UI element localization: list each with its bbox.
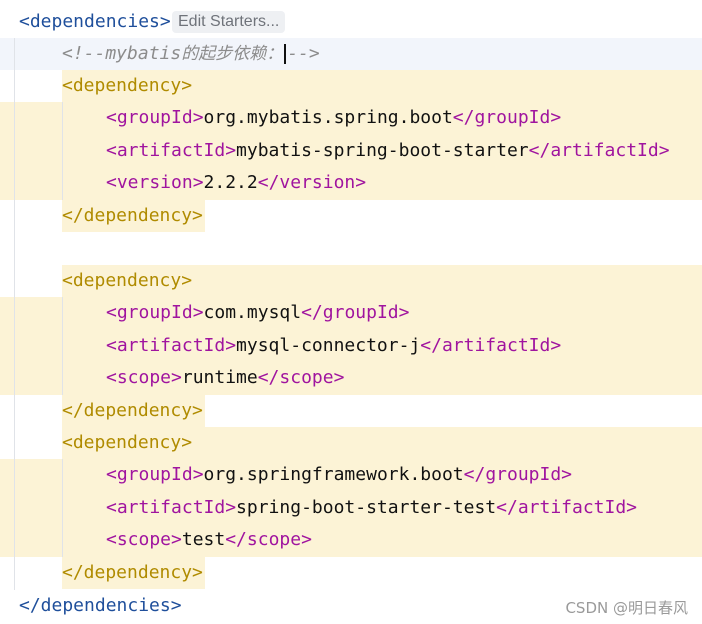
code-line[interactable]: <scope>test</scope> [106,524,312,556]
groupid-value: com.mysql [203,302,302,323]
scope-open-tag: <scope> [106,529,182,550]
groupid-open-tag: <groupId> [106,107,204,128]
code-line[interactable]: </dependency> [62,557,203,589]
groupid-close-tag: </groupId> [463,464,573,485]
artifactid-value: spring-boot-starter-test [236,497,497,518]
indent-guide [62,459,63,557]
scope-close-tag: </scope> [225,529,312,550]
indent-guide [14,38,15,590]
code-line[interactable]: </dependency> [62,200,203,232]
code-line[interactable]: <artifactId>mysql-connector-j</artifactI… [106,330,561,362]
code-line[interactable]: <dependency> [62,265,192,297]
indent-guide [62,102,63,200]
code-line[interactable]: <dependency> [62,427,192,459]
dependency-close-tag: </dependency> [62,562,203,583]
groupid-close-tag: </groupId> [301,302,410,323]
artifactid-open-tag: <artifactId> [106,335,237,356]
version-value: 2.2.2 [203,172,258,193]
code-line[interactable]: <!--mybatis的起步依赖： --> [62,38,320,70]
artifactid-close-tag: </artifactId> [528,140,670,161]
scope-close-tag: </scope> [257,367,345,388]
scope-value: test [181,529,226,550]
comment-text: 的起步依赖： [181,44,284,64]
dependency-close-tag: </dependency> [62,205,203,226]
code-line[interactable]: <artifactId>mybatis-spring-boot-starter<… [106,135,670,167]
dependency-open-tag: <dependency> [62,432,193,453]
text-caret [284,44,287,64]
code-line[interactable]: </dependency> [62,395,203,427]
groupid-open-tag: <groupId> [106,302,204,323]
groupid-close-tag: </groupId> [452,107,562,128]
code-editor[interactable]: <dependencies> Edit Starters... <!--myba… [0,0,702,624]
groupid-value: org.springframework.boot [203,464,464,485]
artifactid-open-tag: <artifactId> [106,497,237,518]
code-line[interactable]: <artifactId>spring-boot-starter-test</ar… [106,492,637,524]
code-line[interactable]: </dependencies> [19,590,182,622]
comment-prefix: <!--mybatis [62,43,182,64]
watermark: CSDN @明日春风 [565,599,688,617]
scope-open-tag: <scope> [106,367,182,388]
code-line[interactable]: <groupId>com.mysql</groupId> [106,297,409,329]
code-line[interactable]: <groupId>org.springframework.boot</group… [106,459,572,491]
artifactid-open-tag: <artifactId> [106,140,237,161]
artifactid-close-tag: </artifactId> [496,497,638,518]
version-close-tag: </version> [257,172,367,193]
comment-suffix: --> [287,43,320,64]
code-line[interactable]: <dependency> [62,70,192,102]
artifactid-value: mybatis-spring-boot-starter [236,140,529,161]
dependencies-close-tag: </dependencies> [19,595,182,616]
dependency-close-tag: </dependency> [62,400,203,421]
version-open-tag: <version> [106,172,204,193]
edit-starters-hint[interactable]: Edit Starters... [172,11,286,33]
indent-guide [62,297,63,395]
code-line[interactable]: <scope>runtime</scope> [106,362,344,394]
artifactid-close-tag: </artifactId> [420,335,562,356]
groupid-value: org.mybatis.spring.boot [203,107,453,128]
code-line[interactable]: <version>2.2.2</version> [106,167,366,199]
code-line[interactable]: <groupId>org.mybatis.spring.boot</groupI… [106,102,561,134]
dependency-open-tag: <dependency> [62,75,193,96]
code-line[interactable]: <dependencies> [19,6,171,38]
groupid-open-tag: <groupId> [106,464,204,485]
dependencies-open-tag: <dependencies> [19,11,171,32]
scope-value: runtime [181,367,258,388]
dependency-open-tag: <dependency> [62,270,193,291]
artifactid-value: mysql-connector-j [236,335,421,356]
